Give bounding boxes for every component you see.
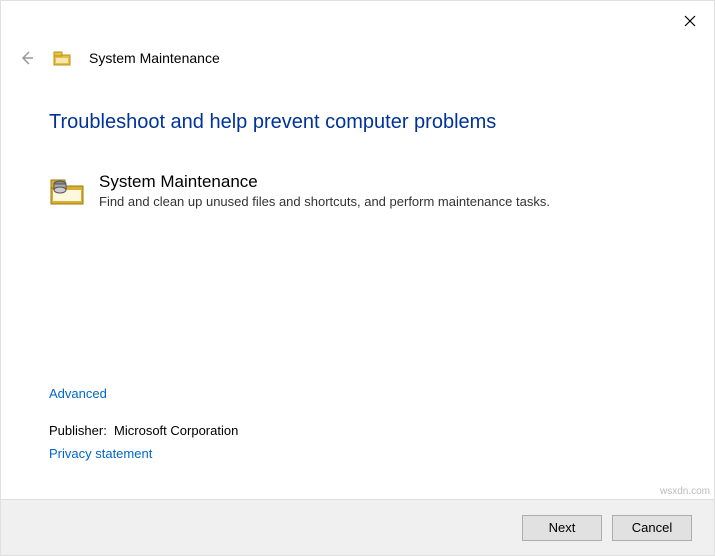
system-maintenance-icon bbox=[49, 172, 85, 208]
content-area: Troubleshoot and help prevent computer p… bbox=[49, 111, 666, 209]
footer-bar: Next Cancel bbox=[1, 499, 714, 555]
advanced-link[interactable]: Advanced bbox=[49, 386, 107, 401]
cancel-button[interactable]: Cancel bbox=[612, 515, 692, 541]
publisher-value: Microsoft Corporation bbox=[114, 423, 238, 438]
watermark-text: wsxdn.com bbox=[660, 486, 710, 497]
back-arrow-icon bbox=[19, 50, 35, 66]
privacy-statement-link[interactable]: Privacy statement bbox=[49, 446, 152, 461]
troubleshooter-header-icon bbox=[53, 49, 71, 67]
next-button[interactable]: Next bbox=[522, 515, 602, 541]
back-button[interactable] bbox=[19, 50, 35, 66]
close-button[interactable] bbox=[680, 11, 700, 31]
page-heading: Troubleshoot and help prevent computer p… bbox=[49, 111, 666, 134]
troubleshooter-item: System Maintenance Find and clean up unu… bbox=[49, 172, 666, 209]
troubleshooter-text: System Maintenance Find and clean up unu… bbox=[99, 172, 550, 209]
publisher-label: Publisher: bbox=[49, 423, 107, 438]
close-icon bbox=[684, 15, 696, 27]
troubleshooter-description: Find and clean up unused files and short… bbox=[99, 194, 550, 209]
troubleshooter-title: System Maintenance bbox=[99, 172, 550, 192]
bottom-meta: Advanced Publisher: Microsoft Corporatio… bbox=[49, 386, 238, 461]
publisher-row: Publisher: Microsoft Corporation bbox=[49, 423, 238, 438]
window-title: System Maintenance bbox=[89, 50, 220, 66]
header-bar: System Maintenance bbox=[19, 49, 220, 67]
